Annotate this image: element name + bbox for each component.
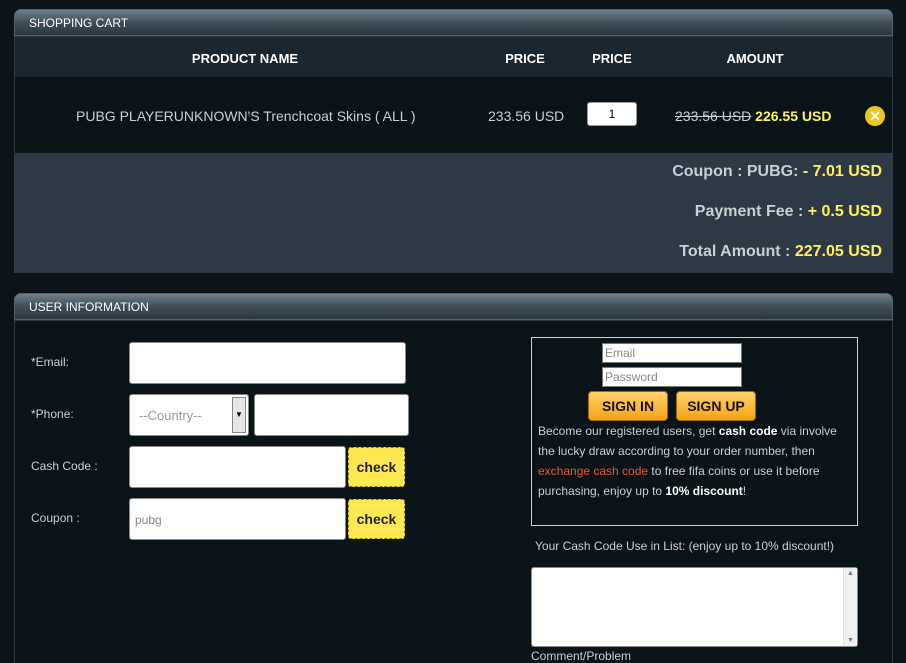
col-price: PRICE (505, 51, 545, 66)
discounted-amount: 226.55 USD (755, 108, 832, 124)
login-email-input[interactable]: Email (602, 343, 742, 363)
cash-code-list-label: Your Cash Code Use in List: (enjoy up to… (535, 539, 835, 553)
coupon-line-value: - 7.01 USD (802, 163, 882, 180)
coupon-check-button[interactable]: check (348, 499, 405, 539)
col-product-name: PRODUCT NAME (191, 51, 299, 66)
close-icon[interactable]: ✕ (865, 106, 885, 126)
payment-fee-value: + 0.5 USD (807, 203, 882, 220)
textarea-scrollbar[interactable]: ▲ ▼ (843, 568, 857, 646)
cash-code-field[interactable] (129, 446, 346, 488)
col-price-qty: PRICE (592, 51, 632, 66)
cart-table-header: PRODUCT NAME PRICE PRICE AMOUNT (15, 37, 892, 77)
cash-code-list-textarea[interactable]: ▲ ▼ (531, 567, 858, 647)
phone-field[interactable] (254, 394, 409, 436)
product-name: PUBG PLAYERUNKNOWN'S Trenchcoat Skins ( … (76, 108, 416, 124)
chevron-down-icon[interactable]: ▼ (232, 397, 246, 433)
login-box: Email Password SIGN IN SIGN UP Become ou… (531, 337, 858, 526)
promo-text: Become our registered users, get cash co… (538, 424, 837, 498)
phone-label: *Phone: (31, 407, 74, 421)
sign-up-button[interactable]: SIGN UP (676, 391, 756, 421)
total-value: 227.05 USD (794, 243, 882, 260)
coupon-line-label: Coupon : PUBG: (672, 163, 799, 180)
coupon-field[interactable]: pubg (129, 498, 346, 540)
cart-row: PUBG PLAYERUNKNOWN'S Trenchcoat Skins ( … (15, 77, 892, 153)
cart-summary: Coupon : PUBG: - 7.01 USD Payment Fee : … (15, 153, 892, 273)
sign-in-button[interactable]: SIGN IN (588, 391, 668, 421)
email-field[interactable] (129, 342, 406, 384)
user-info-header: USER INFORMATION (14, 293, 893, 320)
coupon-line: Coupon : PUBG: - 7.01 USD (672, 163, 882, 181)
total-line: Total Amount : 227.05 USD (679, 243, 882, 261)
coupon-label: Coupon : (31, 511, 80, 525)
country-select-value: --Country-- (139, 408, 202, 423)
cash-code-label: Cash Code : (31, 459, 98, 473)
comment-label: Comment/Problem (531, 649, 632, 663)
user-info-panel: *Email: *Phone: --Country-- ▼ Cash Code … (14, 320, 893, 663)
email-label: *Email: (31, 355, 70, 369)
payment-fee-label: Payment Fee : (694, 203, 804, 220)
original-amount: 233.56 USD (675, 108, 752, 124)
cash-code-check-button[interactable]: check (348, 447, 405, 487)
scroll-up-icon[interactable]: ▲ (844, 570, 857, 577)
coupon-field-value: pubg (135, 513, 162, 527)
shopping-cart-panel: PRODUCT NAME PRICE PRICE AMOUNT PUBG PLA… (14, 36, 893, 273)
col-amount: AMOUNT (726, 51, 784, 66)
shopping-cart-header: SHOPPING CART (14, 9, 893, 36)
country-select[interactable]: --Country-- ▼ (129, 394, 249, 436)
login-password-input[interactable]: Password (602, 367, 742, 387)
exchange-cash-code-link[interactable]: exchange cash code (538, 464, 648, 478)
payment-fee-line: Payment Fee : + 0.5 USD (695, 203, 882, 221)
scroll-down-icon[interactable]: ▼ (844, 637, 857, 644)
quantity-input[interactable]: 1 (587, 102, 637, 126)
shopping-cart-title: SHOPPING CART (29, 16, 129, 30)
total-label: Total Amount : (679, 243, 791, 260)
product-price: 233.56 USD (488, 108, 565, 124)
user-info-title: USER INFORMATION (29, 300, 149, 314)
